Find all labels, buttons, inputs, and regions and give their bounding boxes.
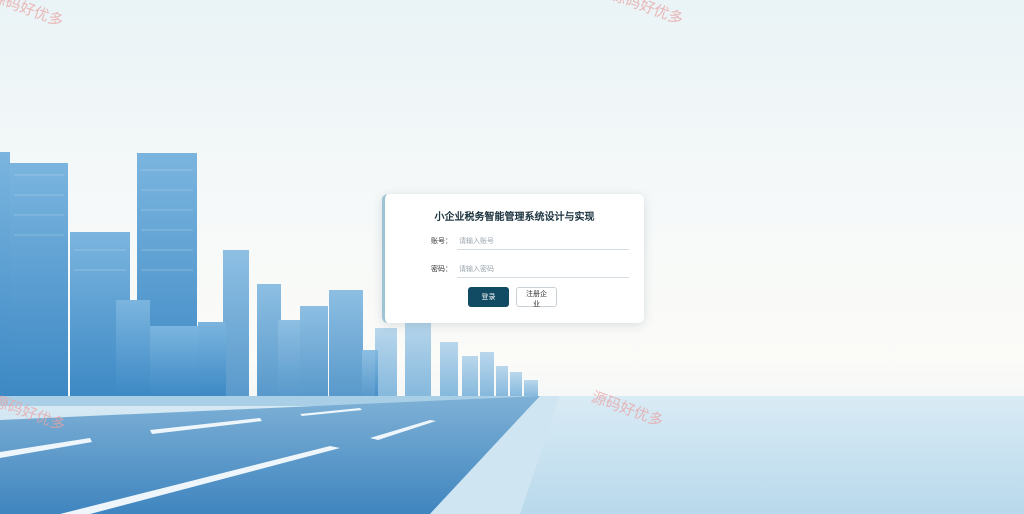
register-company-button[interactable]: 注册企业: [516, 287, 557, 308]
account-row: 账号：: [419, 232, 629, 252]
account-label: 账号：: [431, 237, 452, 245]
page-title: 小企业税务智能管理系统设计与实现: [434, 212, 595, 223]
password-label: 密码：: [431, 265, 452, 273]
password-row: 密码：: [419, 260, 629, 280]
account-input[interactable]: [457, 232, 629, 250]
login-button[interactable]: 登录: [468, 287, 509, 307]
login-card: 小企业税务智能管理系统设计与实现 账号： 密码： 登录 注册企业: [382, 194, 644, 323]
password-input[interactable]: [457, 260, 629, 278]
